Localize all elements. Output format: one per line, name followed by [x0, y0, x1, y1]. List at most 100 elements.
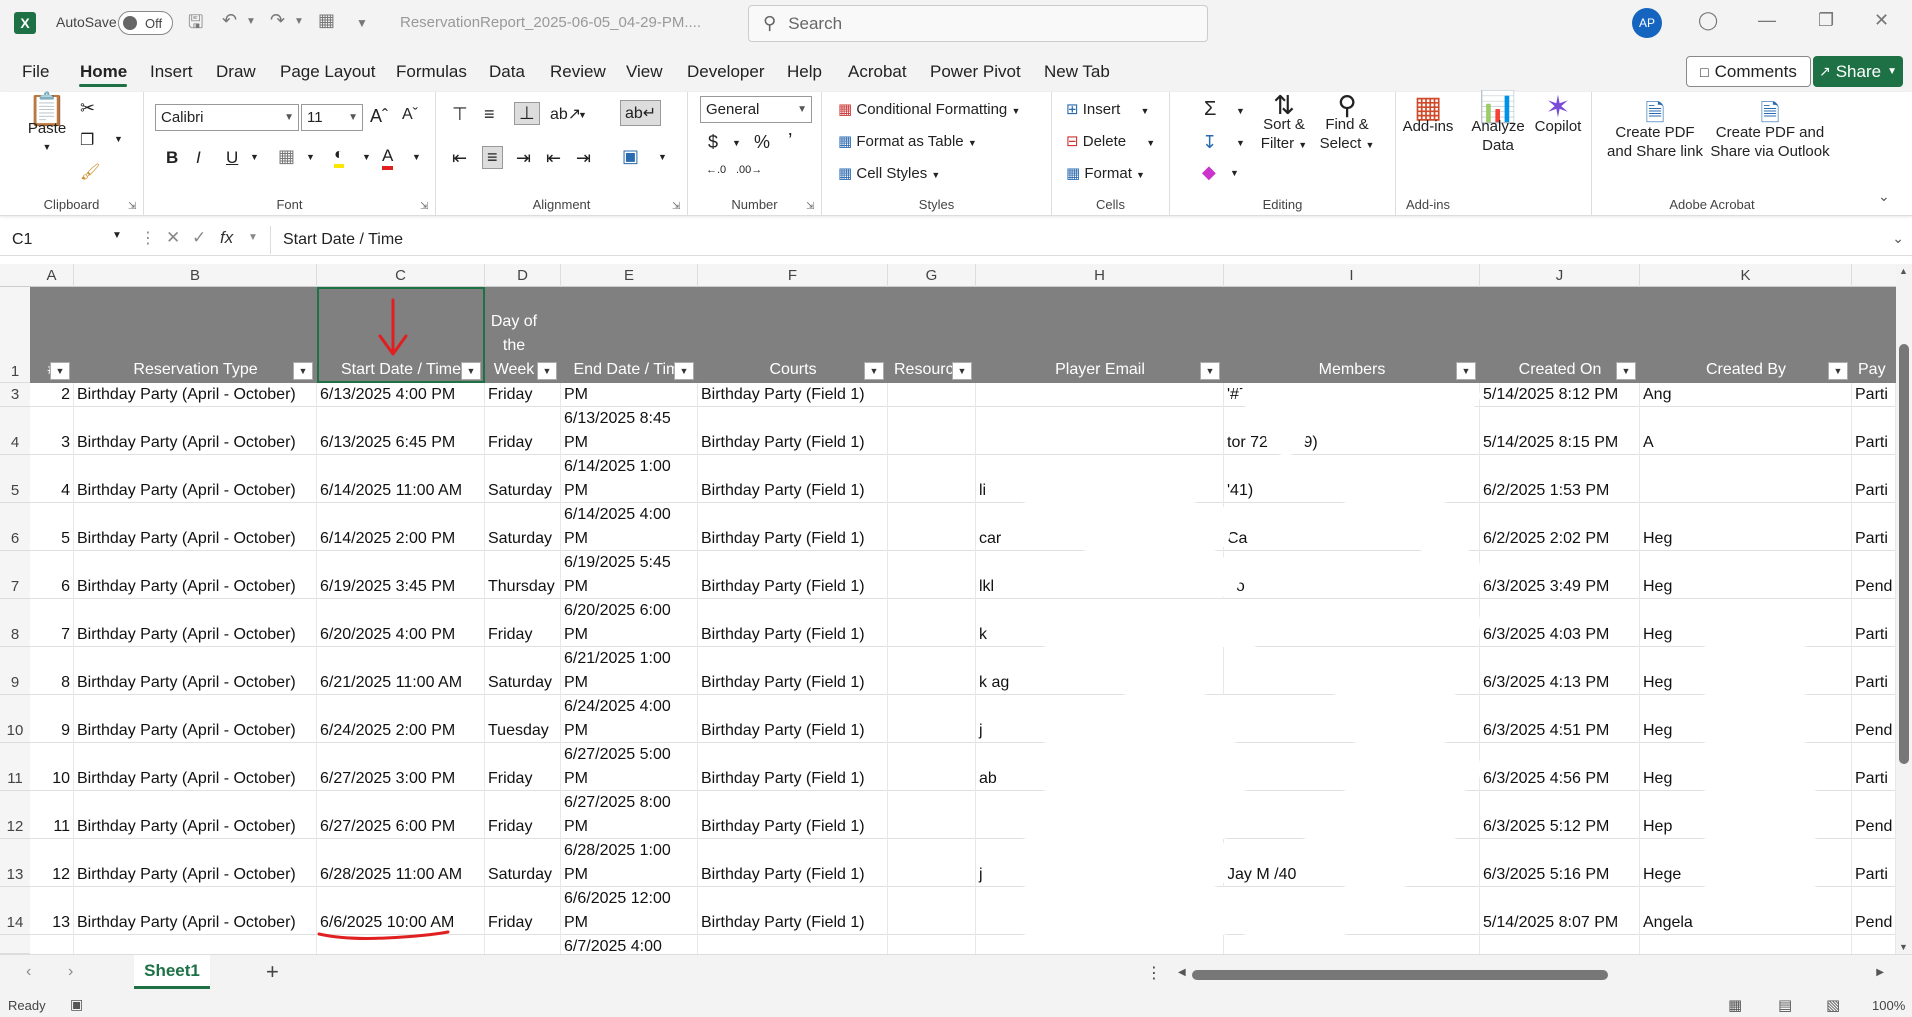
- decrease-decimal-icon[interactable]: .00→: [736, 164, 762, 176]
- header-cell-created-on[interactable]: Created On ▼: [1480, 287, 1640, 383]
- paste-button[interactable]: 📋 Paste ▼: [22, 93, 72, 157]
- cell-resource[interactable]: [888, 815, 976, 839]
- tab-help[interactable]: Help: [787, 62, 822, 82]
- tab-new-tab[interactable]: New Tab: [1044, 62, 1110, 82]
- italic-icon[interactable]: I: [196, 148, 201, 168]
- merge-dropdown-icon[interactable]: ▼: [658, 152, 667, 162]
- cell-resource[interactable]: [888, 527, 976, 551]
- form-icon[interactable]: ▦: [318, 10, 335, 31]
- filter-dropdown-icon[interactable]: ▼: [1616, 362, 1636, 380]
- cell-courts[interactable]: Birthday Party (Field 1): [698, 671, 888, 695]
- cell-reservation-type[interactable]: Birthday Party (April - October): [74, 719, 317, 743]
- filter-dropdown-icon[interactable]: ▼: [952, 362, 972, 380]
- fill-color-dropdown-icon[interactable]: ▼: [362, 152, 371, 162]
- increase-decimal-icon[interactable]: ←.0: [706, 164, 726, 176]
- insert-function-icon[interactable]: fx: [220, 228, 233, 248]
- row-header[interactable]: 13: [0, 839, 30, 887]
- normal-view-icon[interactable]: ▦: [1728, 996, 1742, 1014]
- cell-number[interactable]: 12: [30, 863, 74, 887]
- cell-courts[interactable]: Birthday Party (Field 1): [698, 911, 888, 935]
- name-box-dropdown-icon[interactable]: ▼: [112, 230, 122, 241]
- cell-payment[interactable]: Parti: [1852, 383, 1896, 407]
- cell-courts[interactable]: Birthday Party (Field 1): [698, 767, 888, 791]
- cell-created-by[interactable]: A: [1640, 431, 1852, 455]
- merge-center-icon[interactable]: ▣: [622, 146, 639, 167]
- cell-created-on[interactable]: 5/14/2025 8:12 PM: [1480, 383, 1640, 407]
- page-break-view-icon[interactable]: ▧: [1826, 996, 1840, 1014]
- cell-start-date-time[interactable]: 6/14/2025 2:00 PM: [317, 527, 485, 551]
- cell-number[interactable]: 11: [30, 815, 74, 839]
- analyze-data-button[interactable]: 📊 Analyze Data: [1466, 93, 1530, 155]
- font-color-icon[interactable]: A: [382, 146, 394, 170]
- autosum-icon[interactable]: Σ: [1204, 98, 1216, 121]
- header-cell-reservation-type[interactable]: Reservation Type ▼: [74, 287, 317, 383]
- cell-created-on[interactable]: 6/2/2025 2:02 PM: [1480, 527, 1640, 551]
- sheet-tab-sheet1[interactable]: Sheet1: [134, 955, 210, 989]
- copy-dropdown-icon[interactable]: ▼: [114, 134, 123, 144]
- number-format-select[interactable]: General ▼: [700, 96, 812, 123]
- accessibility-icon[interactable]: ▣: [70, 996, 83, 1013]
- cell-start-date-time[interactable]: 6/20/2025 4:00 PM: [317, 623, 485, 647]
- cell-reservation-type[interactable]: Birthday Party (April - October): [74, 911, 317, 935]
- prev-sheet-icon[interactable]: ‹: [26, 963, 31, 981]
- cell-end-date-time-line1[interactable]: 6/27/2025 5:00: [561, 743, 698, 767]
- increase-indent-icon[interactable]: ⇥: [576, 148, 591, 169]
- cell-payment[interactable]: Pend: [1852, 719, 1896, 743]
- cell-created-on[interactable]: 6/3/2025 4:13 PM: [1480, 671, 1640, 695]
- comma-style-icon[interactable]: ’: [788, 130, 792, 153]
- cell-reservation-type[interactable]: Birthday Party (April - October): [74, 623, 317, 647]
- row-header[interactable]: [0, 935, 30, 954]
- decrease-font-icon[interactable]: Aˇ: [402, 106, 418, 124]
- sheet-options-icon[interactable]: ⋮: [1146, 963, 1162, 983]
- cell-end-date-time-line2[interactable]: PM: [561, 815, 698, 839]
- cell-day-of-week[interactable]: Friday: [485, 623, 561, 647]
- currency-icon[interactable]: $: [708, 132, 718, 153]
- cell-number[interactable]: 8: [30, 671, 74, 695]
- wrap-text-icon[interactable]: ab↵: [620, 100, 662, 126]
- filter-dropdown-icon[interactable]: ▼: [293, 362, 313, 380]
- enter-icon[interactable]: ✓: [192, 228, 206, 248]
- cell-payment[interactable]: Parti: [1852, 767, 1896, 791]
- header-cell-player-email[interactable]: Player Email ▼: [976, 287, 1224, 383]
- expand-formula-bar-icon[interactable]: ⌄: [1892, 230, 1904, 247]
- save-icon[interactable]: 🖫: [188, 10, 203, 40]
- collapse-ribbon-icon[interactable]: ⌄: [1878, 188, 1890, 205]
- create-pdf-outlook-button[interactable]: 🗎 Create PDF and Share via Outlook: [1710, 102, 1830, 161]
- tab-formulas[interactable]: Formulas: [396, 62, 467, 82]
- cell-start-date-time[interactable]: 6/21/2025 11:00 AM: [317, 671, 485, 695]
- cell-start-date-time[interactable]: 6/27/2025 3:00 PM: [317, 767, 485, 791]
- zoom-level[interactable]: 100%: [1872, 998, 1905, 1013]
- cell-created-on[interactable]: 6/3/2025 5:12 PM: [1480, 815, 1640, 839]
- fill-color-icon[interactable]: ◐: [334, 146, 344, 168]
- cell-end-date-time-line1[interactable]: 6/13/2025 8:45: [561, 407, 698, 431]
- tab-data[interactable]: Data: [489, 62, 525, 82]
- alignment-dialog-launcher-icon[interactable]: ⇲: [672, 201, 680, 212]
- bold-icon[interactable]: B: [166, 148, 178, 168]
- cell-created-on[interactable]: 6/3/2025 5:16 PM: [1480, 863, 1640, 887]
- cell-start-date-time[interactable]: 6/13/2025 4:00 PM: [317, 383, 485, 407]
- row-header[interactable]: 1: [0, 287, 30, 383]
- avatar[interactable]: AP: [1632, 8, 1662, 38]
- conditional-formatting-button[interactable]: ▦ Conditional Formatting ▼: [838, 100, 1020, 118]
- row-header[interactable]: 3: [0, 383, 30, 407]
- cell-reservation-type[interactable]: Birthday Party (April - October): [74, 767, 317, 791]
- restore-icon[interactable]: ❐: [1818, 10, 1834, 31]
- column-header-a[interactable]: A: [30, 264, 74, 287]
- copilot-button[interactable]: ✶ Copilot: [1526, 93, 1590, 136]
- column-header-b[interactable]: B: [74, 264, 317, 287]
- scroll-right-icon[interactable]: ▶: [1876, 967, 1884, 978]
- font-name-select[interactable]: Calibri ▼: [155, 104, 299, 131]
- cell-payment[interactable]: Pend: [1852, 815, 1896, 839]
- cancel-icon[interactable]: ✕: [166, 228, 180, 248]
- cell-resource[interactable]: [888, 575, 976, 599]
- header-cell-created-by[interactable]: Created By ▼: [1640, 287, 1852, 383]
- cell-end-date-time-line2[interactable]: PM: [561, 719, 698, 743]
- cell-day-of-week[interactable]: Friday: [485, 431, 561, 455]
- cell-day-of-week[interactable]: Saturday: [485, 863, 561, 887]
- cell-end-date-time-line2[interactable]: PM: [561, 527, 698, 551]
- align-center-icon[interactable]: ≡: [482, 146, 503, 169]
- cell-end-date-time-line2[interactable]: PM: [561, 479, 698, 503]
- percent-icon[interactable]: %: [754, 132, 770, 153]
- cell-day-of-week[interactable]: Saturday: [485, 671, 561, 695]
- next-sheet-icon[interactable]: ›: [68, 963, 73, 981]
